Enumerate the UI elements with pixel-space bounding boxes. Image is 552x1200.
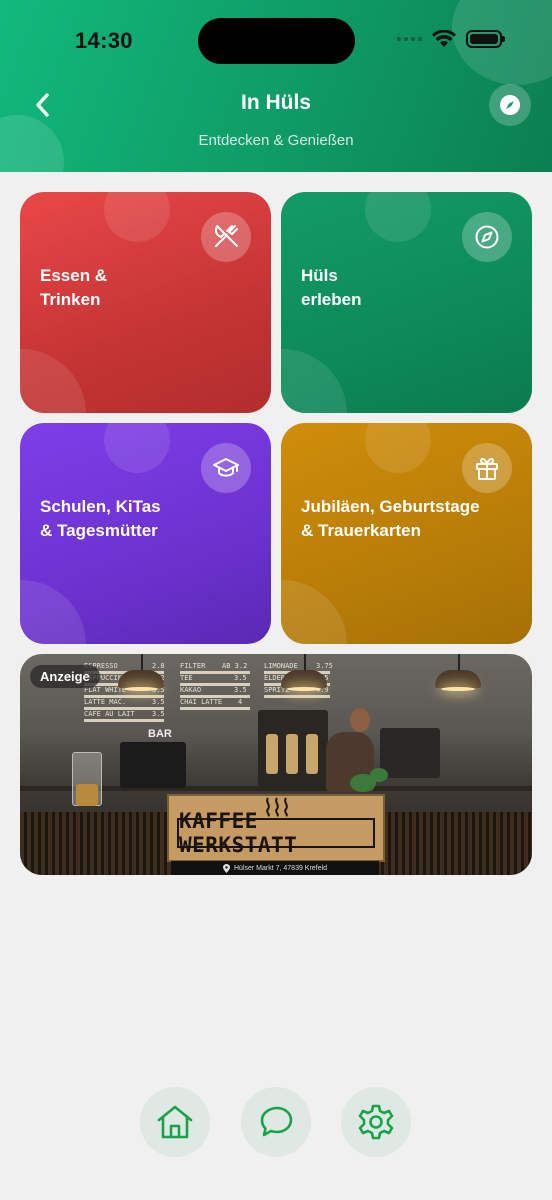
- bar-label: BAR: [148, 728, 172, 740]
- icon-badge: [201, 443, 251, 493]
- status-time: 14:30: [75, 28, 133, 53]
- location-pin-icon: [223, 863, 230, 873]
- grinder-machine: [120, 742, 186, 788]
- gift-icon: [476, 457, 498, 480]
- chat-icon: [260, 1106, 293, 1137]
- icon-badge: [201, 212, 251, 262]
- settings-icon: [358, 1104, 394, 1140]
- tile-jubilaeen-karten[interactable]: Jubiläen, Geburtstage & Trauerkarten: [281, 423, 532, 644]
- dynamic-island: [198, 18, 355, 64]
- tile-label: Hüls erleben: [301, 266, 362, 309]
- graduation-cap-icon: [213, 458, 239, 477]
- compass-icon: [500, 95, 520, 115]
- icon-badge: [462, 212, 512, 262]
- app-header: 14:30 In Hüls Entdecken & Genießen: [0, 0, 552, 172]
- shop-sign: KAFFEE WERKSTATT: [167, 794, 385, 862]
- signal-icon: [397, 37, 422, 41]
- icon-badge: [462, 443, 512, 493]
- tile-schulen-kitas[interactable]: Schulen, KiTas & Tagesmütter: [20, 423, 271, 644]
- nav-chat-button[interactable]: [241, 1087, 311, 1157]
- page-title: In Hüls: [240, 91, 311, 114]
- shop-name: KAFFEE WERKSTATT: [177, 809, 375, 857]
- status-icons: [397, 30, 505, 48]
- battery-icon: [466, 30, 505, 48]
- page-subtitle: Entdecken & Genießen: [198, 132, 354, 149]
- pendant-lamp: [435, 670, 481, 691]
- tile-label: Essen & Trinken: [40, 266, 108, 309]
- tile-essen-trinken[interactable]: Essen & Trinken: [20, 192, 271, 413]
- address-text: Hülser Markt 7, 47839 Krefeld: [234, 864, 327, 872]
- pendant-lamp: [118, 670, 164, 691]
- shop-address: Hülser Markt 7, 47839 Krefeld: [171, 861, 379, 875]
- explore-button[interactable]: [489, 84, 531, 126]
- nav-home-button[interactable]: [140, 1087, 210, 1157]
- tile-huels-erleben[interactable]: Hüls erleben: [281, 192, 532, 413]
- ad-badge: Anzeige: [30, 665, 100, 688]
- ad-banner-kaffee-werkstatt[interactable]: Anzeige ESPRESSO 2.8 CAPPUCCINO 3.2 FLAT…: [20, 654, 532, 875]
- wifi-icon: [432, 30, 456, 47]
- tile-label: Schulen, KiTas & Tagesmütter: [40, 497, 161, 540]
- pendant-lamp: [281, 670, 327, 691]
- fork-knife-icon: [215, 225, 238, 247]
- home-icon: [157, 1105, 193, 1139]
- nav-settings-button[interactable]: [341, 1087, 411, 1157]
- tile-label: Jubiläen, Geburtstage & Trauerkarten: [301, 497, 480, 540]
- compass-icon: [475, 225, 499, 249]
